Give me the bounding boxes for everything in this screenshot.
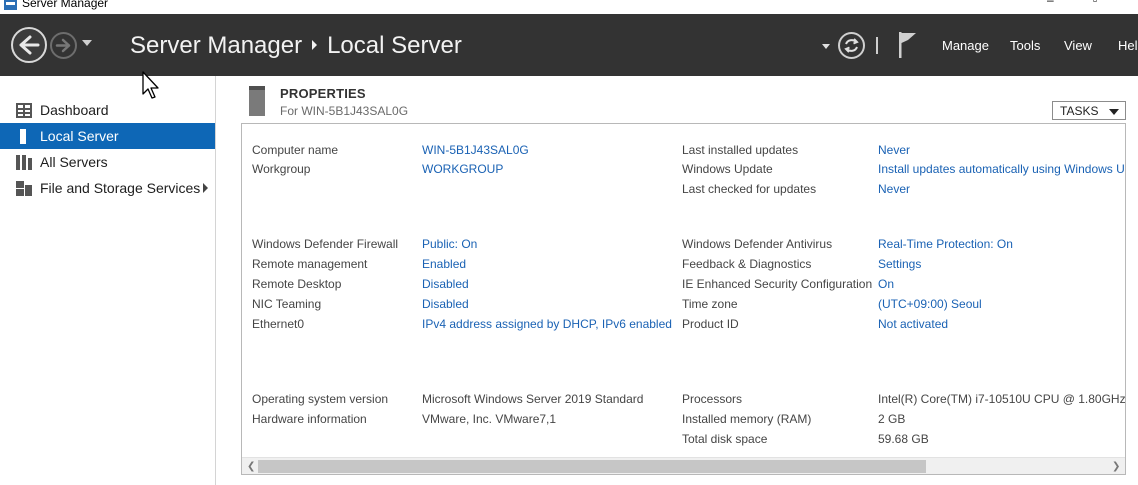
sidebar-item-file-storage[interactable]: File and Storage Services: [0, 175, 215, 201]
header-dropdown-icon[interactable]: [822, 44, 830, 49]
breadcrumb-current: Local Server: [327, 32, 462, 59]
window-title: Server Manager: [22, 0, 109, 10]
forward-button[interactable]: [50, 32, 77, 59]
prop-label-firewall: Windows Defender Firewall: [252, 237, 399, 251]
properties-panel: Computer name WIN-5B1J43SAL0G Workgroup …: [241, 123, 1126, 475]
sidebar-item-dashboard[interactable]: Dashboard: [0, 97, 215, 123]
prop-value-installed-memory: 2 GB: [878, 412, 906, 426]
back-button[interactable]: [11, 27, 47, 63]
prop-label-antivirus: Windows Defender Antivirus: [682, 237, 833, 251]
prop-value-product-id[interactable]: Not activated: [878, 317, 948, 331]
prop-value-last-checked-updates[interactable]: Never: [878, 182, 910, 196]
mouse-cursor-icon: [142, 71, 159, 99]
prop-label-remote-desktop: Remote Desktop: [252, 277, 342, 291]
breadcrumb: Server Manager Local Server: [130, 32, 462, 60]
maximize-button[interactable]: ▫: [1093, 0, 1097, 6]
horizontal-scrollbar[interactable]: ❮ ❯: [242, 457, 1125, 474]
prop-label-os-version: Operating system version: [252, 392, 389, 406]
prop-value-ie-esc[interactable]: On: [878, 277, 894, 291]
prop-value-computer-name[interactable]: WIN-5B1J43SAL0G: [422, 143, 529, 157]
prop-value-hardware-info: VMware, Inc. VMware7,1: [422, 412, 557, 426]
header-divider: [876, 37, 878, 54]
sidebar-item-label: File and Storage Services: [40, 180, 201, 196]
menu-help[interactable]: Help: [1118, 38, 1138, 54]
prop-label-workgroup: Workgroup: [252, 162, 311, 176]
prop-value-firewall[interactable]: Public: On: [422, 237, 477, 251]
prop-label-ethernet0: Ethernet0: [252, 317, 305, 331]
local-server-icon: [20, 129, 26, 144]
breadcrumb-separator-icon: [312, 39, 318, 50]
prop-label-processors: Processors: [682, 392, 743, 406]
prop-value-antivirus[interactable]: Real-Time Protection: On: [878, 237, 1013, 251]
submenu-chevron-right-icon[interactable]: [203, 183, 208, 193]
forward-arrow-icon: [55, 38, 71, 53]
prop-value-workgroup[interactable]: WORKGROUP: [422, 162, 503, 176]
scrollbar-thumb[interactable]: [258, 460, 926, 473]
prop-label-last-checked-updates: Last checked for updates: [682, 182, 817, 196]
prop-label-hardware-info: Hardware information: [252, 412, 367, 426]
prop-value-ethernet0[interactable]: IPv4 address assigned by DHCP, IPv6 enab…: [422, 317, 672, 331]
prop-label-nic-teaming: NIC Teaming: [252, 297, 322, 311]
prop-label-ie-esc: IE Enhanced Security Configuration: [682, 277, 873, 291]
prop-label-remote-management: Remote management: [252, 257, 368, 271]
scroll-right-icon[interactable]: ❯: [1112, 462, 1120, 472]
prop-value-os-version: Microsoft Windows Server 2019 Standard: [422, 392, 644, 406]
sidebar-item-all-servers[interactable]: All Servers: [0, 149, 215, 175]
prop-value-nic-teaming[interactable]: Disabled: [422, 297, 469, 311]
prop-label-installed-memory: Installed memory (RAM): [682, 412, 812, 426]
prop-value-windows-update[interactable]: Install updates automatically using Wind…: [878, 162, 1125, 176]
properties-title: PROPERTIES: [280, 86, 366, 101]
main-content: PROPERTIES For WIN-5B1J43SAL0G TASKS Com…: [217, 76, 1138, 485]
refresh-icon: [844, 38, 859, 53]
prop-value-remote-management[interactable]: Enabled: [422, 257, 466, 271]
prop-label-product-id: Product ID: [682, 317, 739, 331]
dashboard-icon: [16, 103, 32, 118]
sidebar-item-label: All Servers: [40, 154, 108, 170]
sidebar: Dashboard Local Server All Servers File …: [0, 76, 216, 485]
history-dropdown-icon[interactable]: [82, 40, 92, 46]
scroll-left-icon[interactable]: ❮: [247, 462, 255, 472]
tasks-chevron-down-icon: [1109, 109, 1119, 115]
menu-manage[interactable]: Manage: [942, 38, 989, 54]
back-arrow-icon: [19, 35, 40, 55]
prop-label-last-installed-updates: Last installed updates: [682, 143, 799, 157]
tasks-dropdown-button[interactable]: TASKS: [1052, 101, 1126, 120]
prop-value-last-installed-updates[interactable]: Never: [878, 143, 910, 157]
prop-value-remote-desktop[interactable]: Disabled: [422, 277, 469, 291]
refresh-button[interactable]: [838, 32, 865, 59]
server-manager-app-icon: [4, 0, 17, 10]
notifications-flag-icon[interactable]: [896, 31, 918, 59]
all-servers-icon: [16, 155, 32, 170]
menu-tools[interactable]: Tools: [1010, 38, 1040, 54]
header-bar: Server Manager Local Server Manage Tools …: [0, 14, 1138, 76]
minimize-button[interactable]: –: [1047, 0, 1054, 6]
prop-label-computer-name: Computer name: [252, 143, 339, 157]
window-titlebar: Server Manager – ▫: [0, 0, 1138, 14]
prop-value-total-disk-space: 59.68 GB: [878, 432, 929, 446]
tasks-label: TASKS: [1060, 104, 1099, 118]
properties-server-icon: [249, 86, 265, 116]
sidebar-item-local-server[interactable]: Local Server: [0, 123, 215, 149]
prop-label-windows-update: Windows Update: [682, 162, 773, 176]
prop-label-feedback-diagnostics: Feedback & Diagnostics: [682, 257, 812, 271]
prop-label-time-zone: Time zone: [682, 297, 738, 311]
storage-icon: [16, 181, 32, 196]
prop-value-feedback-diagnostics[interactable]: Settings: [878, 257, 921, 271]
sidebar-item-label: Dashboard: [40, 102, 109, 118]
menu-view[interactable]: View: [1064, 38, 1092, 54]
prop-value-time-zone[interactable]: (UTC+09:00) Seoul: [878, 297, 982, 311]
prop-value-processors: Intel(R) Core(TM) i7-10510U CPU @ 1.80GH…: [878, 392, 1126, 406]
prop-label-total-disk-space: Total disk space: [682, 432, 768, 446]
properties-subtitle: For WIN-5B1J43SAL0G: [280, 104, 409, 118]
sidebar-item-label: Local Server: [40, 128, 119, 144]
breadcrumb-root[interactable]: Server Manager: [130, 32, 302, 59]
